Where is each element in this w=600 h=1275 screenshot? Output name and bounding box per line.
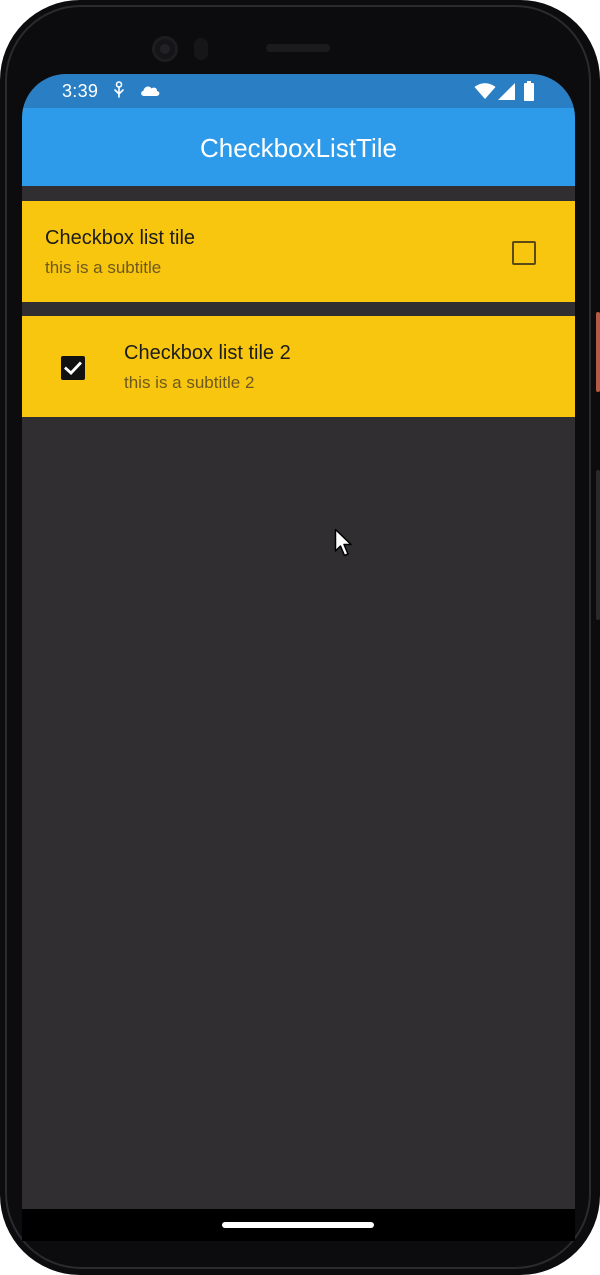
status-time: 3:39: [62, 81, 99, 101]
phone-frame: 3:39 CheckboxListTile Checkbox list tile…: [0, 0, 600, 1275]
volume-button: [596, 470, 600, 620]
cell-signal-icon: [498, 83, 516, 105]
tile-subtitle: this is a subtitle: [45, 258, 162, 277]
app-bar: CheckboxListTile: [22, 108, 575, 186]
front-camera: [152, 36, 178, 62]
proximity-sensor: [194, 38, 208, 60]
camera-lens: [160, 44, 170, 54]
usb-debug-icon: [112, 81, 126, 104]
power-button: [596, 312, 600, 392]
status-bar: 3:39: [22, 74, 575, 108]
checkbox-list-tile-2[interactable]: Checkbox list tile 2 this is a subtitle …: [22, 316, 575, 417]
checkmark-icon: [64, 361, 82, 375]
home-gesture-handle[interactable]: [222, 1222, 374, 1228]
cloud-icon: [139, 83, 161, 102]
tile-title: Checkbox list tile 2: [124, 342, 291, 364]
tile-subtitle: this is a subtitle 2: [124, 373, 255, 392]
battery-icon: [524, 81, 534, 106]
app-title: CheckboxListTile: [199, 132, 397, 163]
navigation-bar: [22, 1209, 575, 1241]
checkbox-list-tile-1[interactable]: Checkbox list tile this is a subtitle: [22, 201, 575, 302]
mouse-cursor-icon: [334, 528, 354, 563]
earpiece-speaker: [266, 44, 330, 52]
wifi-icon: [474, 83, 496, 105]
screen: 3:39 CheckboxListTile Checkbox list tile…: [22, 74, 575, 1241]
checkbox-unchecked[interactable]: [512, 241, 536, 265]
tile-title: Checkbox list tile: [45, 227, 196, 249]
checkbox-checked[interactable]: [61, 356, 85, 380]
